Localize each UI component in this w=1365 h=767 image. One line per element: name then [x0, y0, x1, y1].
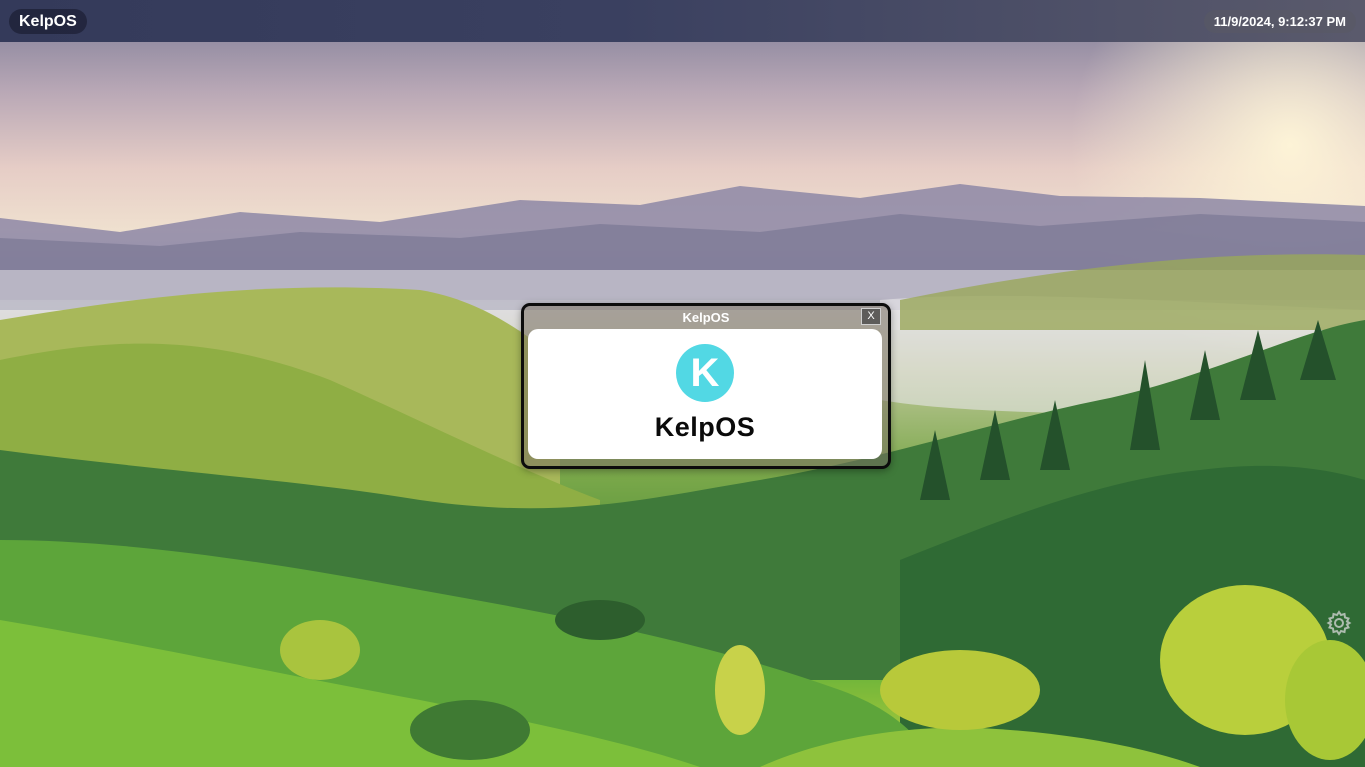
app-name-heading: KelpOS: [654, 412, 756, 442]
about-window: KelpOS X K KelpOS: [521, 303, 891, 469]
kelpos-logo-icon: K: [676, 344, 734, 402]
settings-button[interactable]: [1325, 609, 1353, 637]
window-title: KelpOS: [682, 310, 730, 325]
window-close-button[interactable]: X: [861, 308, 881, 325]
system-clock: 11/9/2024, 9:12:37 PM: [1203, 10, 1356, 33]
window-titlebar[interactable]: KelpOS X: [524, 306, 888, 327]
gear-icon: [1326, 610, 1352, 636]
top-bar: KelpOS 11/9/2024, 9:12:37 PM: [0, 0, 1365, 42]
window-content: K KelpOS: [528, 329, 882, 459]
os-brand-button[interactable]: KelpOS: [9, 9, 87, 34]
